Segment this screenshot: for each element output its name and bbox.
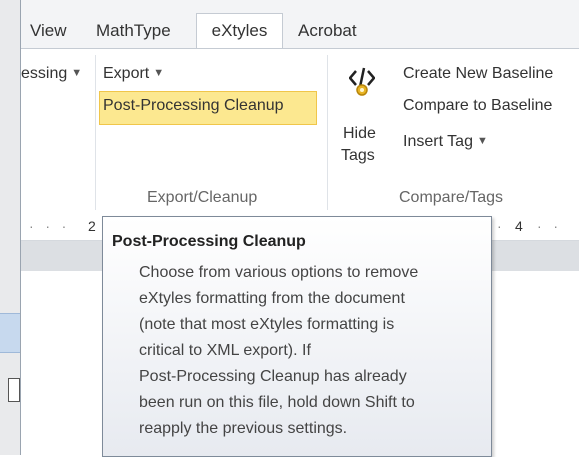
tab-mathtype[interactable]: MathType — [96, 14, 171, 48]
create-baseline-button[interactable]: Create New Baseline — [403, 65, 553, 83]
dropdown-arrow-icon: ▼ — [476, 135, 488, 147]
insert-tag-label: Insert Tag — [403, 133, 473, 150]
tooltip-line: been run on this file, hold down Shift t… — [139, 394, 415, 411]
tab-view[interactable]: View — [30, 14, 67, 48]
ribbon-tabs: View MathType eXtyles Acrobat — [21, 0, 579, 50]
compare-baseline-button[interactable]: Compare to Baseline — [403, 97, 552, 115]
post-processing-cleanup-button[interactable]: Post-Processing Cleanup — [103, 97, 284, 115]
hide-tags-label-1[interactable]: Hide — [343, 125, 376, 143]
tooltip-title: Post-Processing Cleanup — [112, 233, 306, 250]
processing-menu[interactable]: essing ▼ — [21, 65, 82, 83]
insert-tag-menu[interactable]: Insert Tag ▼ — [403, 133, 488, 151]
ruler-ticks: · · · — [29, 218, 67, 234]
tooltip-line: eXtyles formatting from the document — [139, 290, 405, 307]
dropdown-arrow-icon: ▼ — [71, 67, 83, 79]
tab-extyles[interactable]: eXtyles — [196, 13, 283, 50]
ruler-number-right: 4 — [515, 218, 523, 234]
cleanup-tooltip: Post-Processing Cleanup Choose from vari… — [102, 216, 492, 457]
export-label: Export — [103, 65, 150, 82]
group-label-export-cleanup: Export/Cleanup — [147, 189, 258, 206]
tooltip-line: Choose from various options to remove — [139, 264, 419, 281]
group-separator — [327, 55, 328, 210]
tooltip-line: (note that most eXtyles formatting is — [139, 316, 395, 333]
export-menu[interactable]: Export ▼ — [103, 65, 164, 83]
tooltip-line: critical to XML export). If — [139, 342, 311, 359]
hide-tags-label-2[interactable]: Tags — [341, 147, 375, 165]
ribbon: essing ▼ Export ▼ Post-Processing Cleanup … — [21, 48, 579, 215]
background-app-control — [8, 378, 20, 402]
tooltip-line: reapply the previous settings. — [139, 420, 348, 437]
group-separator — [95, 55, 96, 210]
background-app-bar — [0, 313, 20, 353]
group-label-compare-tags: Compare/Tags — [399, 189, 504, 206]
hide-tags-icon — [349, 67, 375, 96]
tooltip-line: Post-Processing Cleanup has already — [139, 368, 407, 385]
tab-acrobat[interactable]: Acrobat — [298, 14, 357, 48]
ruler-ticks: · · — [537, 218, 558, 234]
word-window: View MathType eXtyles Acrobat essing ▼ Ex… — [20, 0, 579, 457]
ruler-number-left: 2 — [88, 218, 96, 234]
processing-label: essing — [21, 65, 68, 82]
dropdown-arrow-icon: ▼ — [153, 67, 165, 79]
ruler-ticks: · — [497, 218, 502, 234]
